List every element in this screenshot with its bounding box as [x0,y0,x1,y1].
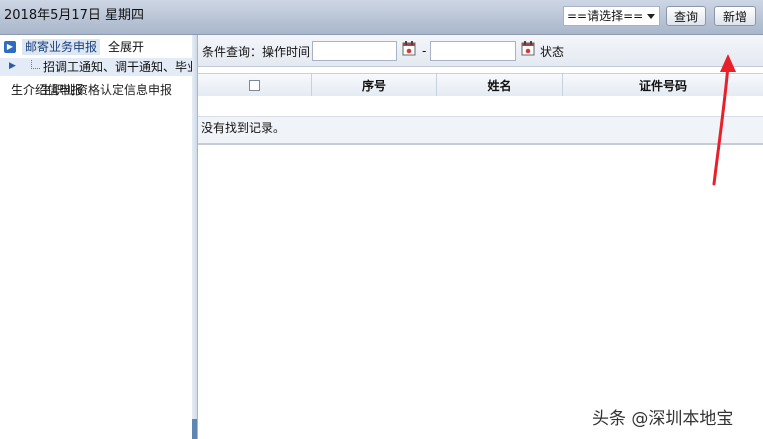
no-records-row: 没有找到记录。 [198,117,763,145]
calendar-icon[interactable] [521,41,535,56]
add-button[interactable]: 新增 [714,6,756,26]
column-header-name[interactable]: 姓名 [437,74,563,96]
date-range-dash: - [422,44,427,58]
query-button-label: 查询 [673,9,698,24]
query-toolbar: 条件查询：操作时间 - 状态 [198,35,763,67]
column-header-seq[interactable]: 序号 [312,74,437,96]
tree-root-label[interactable]: 邮寄业务申报 [22,39,101,55]
table-row [198,96,763,117]
query-button[interactable]: 查询 [666,6,706,26]
condition-label: 条件查询：操作时间 [202,45,311,59]
end-date-input[interactable] [430,41,516,61]
start-date-input[interactable] [312,41,397,61]
status-select[interactable]: ==请选择== [563,6,660,26]
select-all-column[interactable] [198,74,312,96]
status-selected-value: ==请选择== [567,9,644,23]
current-date: 2018年5月17日 星期四 [4,8,145,23]
no-records-message: 没有找到记录。 [201,121,286,135]
collapse-icon[interactable]: ▶ [4,41,16,53]
select-all-checkbox[interactable] [249,79,260,91]
tree-root-node[interactable]: ▶ 邮寄业务申报 [4,39,101,55]
tree-arrow-icon: ▶ [9,61,16,71]
grid-header: 序号 姓名 证件号码 [198,73,763,97]
calendar-icon[interactable] [402,41,416,56]
tree-connector [31,60,40,69]
expand-all-link[interactable]: 全展开 [108,39,144,55]
annotation-arrow-icon [712,54,736,186]
add-button-label: 新增 [722,9,747,24]
tree-child-label[interactable]: 招调工通知、调干通知、毕业 [43,60,192,74]
tree-item-overlap-label[interactable]: 生职业资格认定信息申报 [40,83,172,97]
chevron-down-icon [647,14,655,19]
status-label: 状态 [540,45,565,59]
watermark: 头条 @深圳本地宝 [592,409,734,429]
splitter-grip[interactable] [192,419,197,439]
tree-child-node[interactable]: ▶ 招调工通知、调干通知、毕业 [0,58,192,76]
